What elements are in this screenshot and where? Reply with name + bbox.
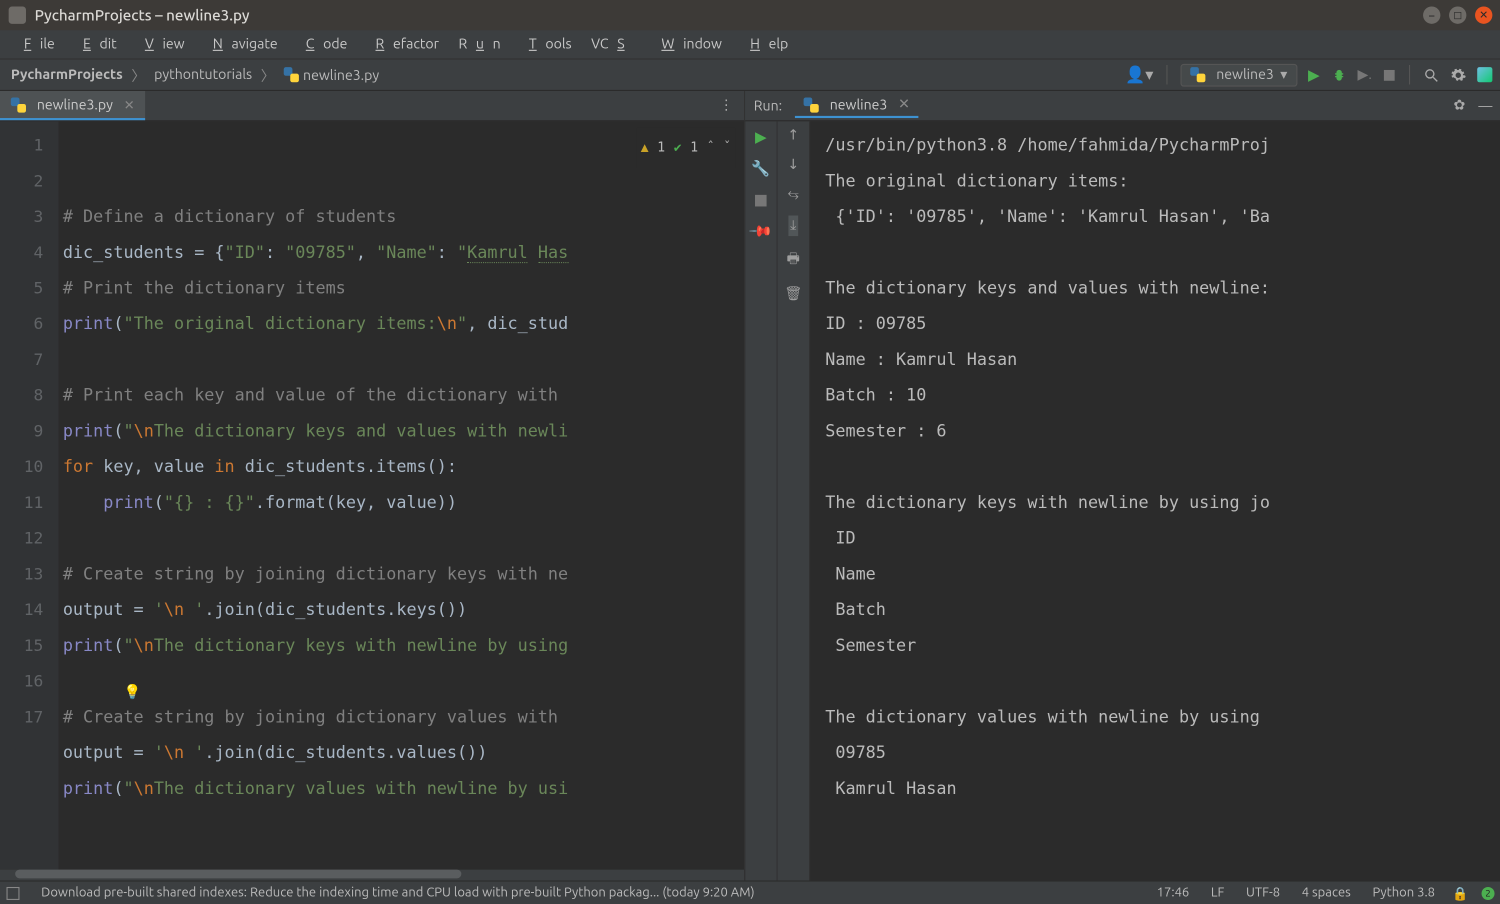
check-icon: ✔	[674, 130, 682, 166]
print-icon[interactable]: 🖶	[787, 249, 800, 273]
run-label: Run:	[754, 98, 782, 113]
code-editor[interactable]: ▲1 ✔1 ˆ ˇ # Define a dictionary of stude…	[58, 121, 744, 869]
run-coverage-button[interactable]: ▶.	[1358, 67, 1372, 83]
app-icon	[9, 6, 26, 23]
run-toolbar-right: ↑ ↓ ⥃ ⤓ 🖶 🗑	[778, 121, 810, 880]
console-output[interactable]: /usr/bin/python3.8 /home/fahmida/Pycharm…	[810, 121, 1500, 880]
rerun-icon[interactable]: ▶	[755, 128, 767, 146]
main-area: 1234 5678 9101112 13141516 17 ▲1 ✔1 ˆ ˇ …	[0, 121, 1500, 880]
gear-icon[interactable]: ✿	[1454, 97, 1466, 113]
code-with-me-icon[interactable]	[1477, 67, 1492, 82]
wrench-icon[interactable]: 🔧	[751, 159, 770, 177]
python-file-icon	[11, 97, 26, 112]
run-toolbar-left: ▶ 🔧 ■ 📌	[745, 121, 777, 880]
close-button[interactable]: ✕	[1475, 6, 1492, 23]
warning-icon: ▲	[641, 130, 649, 166]
menu-tools[interactable]: Tools	[512, 34, 581, 56]
stop-button[interactable]: ■	[1383, 67, 1396, 83]
menu-navigate[interactable]: Navigate	[195, 34, 286, 56]
status-interpreter[interactable]: Python 3.8	[1368, 886, 1439, 900]
run-tool-header: Run: newline3 ✕ ✿ —	[745, 91, 1500, 121]
window-title: PycharmProjects – newline3.py	[35, 6, 250, 23]
menu-code[interactable]: Code	[288, 34, 356, 56]
menu-bar: File Edit View Navigate Code Refactor Ru…	[0, 30, 1500, 58]
python-file-icon	[284, 67, 299, 82]
add-user-icon[interactable]: 👤▾	[1125, 65, 1153, 84]
run-button[interactable]: ▶	[1308, 66, 1320, 84]
menu-window[interactable]: Window	[644, 34, 731, 56]
status-line-separator[interactable]: LF	[1207, 886, 1229, 900]
status-indent[interactable]: 4 spaces	[1297, 886, 1355, 900]
close-icon[interactable]: ✕	[124, 97, 135, 112]
tip-icon[interactable]	[6, 886, 19, 899]
down-icon[interactable]: ↓	[787, 157, 799, 173]
editor-pane: 1234 5678 9101112 13141516 17 ▲1 ✔1 ˆ ˇ …	[0, 121, 745, 880]
menu-help[interactable]: Help	[733, 34, 797, 56]
chevron-down-icon[interactable]: ˇ	[723, 130, 731, 166]
tab-more-icon[interactable]: ⋮	[708, 91, 744, 120]
run-config-label: newline3	[1216, 67, 1274, 82]
python-file-icon	[804, 97, 819, 112]
breadcrumb: PycharmProjects 〉 pythontutorials 〉 newl…	[9, 64, 382, 85]
maximize-button[interactable]: ◻	[1449, 6, 1466, 23]
inspections-widget[interactable]: ▲1 ✔1 ˆ ˇ	[636, 128, 735, 168]
editor-tabs: newline3.py ✕ ⋮	[0, 91, 745, 121]
up-icon[interactable]: ↑	[787, 128, 799, 144]
stop-icon[interactable]: ■	[754, 191, 768, 209]
status-bar: Download pre-built shared indexes: Reduc…	[0, 880, 1500, 904]
editor-scrollbar[interactable]	[0, 870, 744, 881]
status-time: 17:46	[1152, 886, 1193, 900]
search-icon[interactable]	[1423, 67, 1439, 83]
chevron-icon: 〉	[261, 64, 275, 85]
lock-icon[interactable]: 🔒	[1452, 885, 1468, 900]
toolbar: 👤▾ newline3 ▾ ▶ ▶. ■	[1125, 63, 1492, 86]
chevron-down-icon: ▾	[1280, 67, 1287, 83]
tab-label: newline3.py	[37, 97, 113, 112]
gear-icon[interactable]	[1450, 67, 1466, 83]
run-pane: ▶ 🔧 ■ 📌 ↑ ↓ ⥃ ⤓ 🖶 🗑 /usr/bin/python3.8 /…	[745, 121, 1500, 880]
chevron-icon: 〉	[131, 64, 145, 85]
run-config-selector[interactable]: newline3 ▾	[1180, 63, 1297, 86]
minimize-button[interactable]: –	[1423, 6, 1440, 23]
tab-newline3[interactable]: newline3.py ✕	[0, 91, 145, 120]
bulb-icon[interactable]: 💡	[123, 675, 141, 711]
window-buttons: – ◻ ✕	[1423, 6, 1492, 23]
menu-file[interactable]: File	[6, 34, 63, 56]
status-encoding[interactable]: UTF-8	[1242, 886, 1285, 900]
scroll-to-end-icon[interactable]: ⤓	[788, 216, 799, 237]
titlebar: PycharmProjects – newline3.py – ◻ ✕	[0, 0, 1500, 30]
run-tab-label: newline3	[830, 97, 888, 112]
debug-button[interactable]	[1330, 67, 1346, 83]
line-gutter: 1234 5678 9101112 13141516 17	[0, 121, 58, 869]
notification-badge[interactable]: 2	[1482, 886, 1495, 899]
menu-edit[interactable]: Edit	[66, 34, 126, 56]
menu-view[interactable]: View	[128, 34, 194, 56]
pin-icon[interactable]: 📌	[748, 218, 774, 244]
menu-run[interactable]: Run	[450, 34, 510, 56]
soft-wrap-icon[interactable]: ⥃	[788, 186, 799, 202]
breadcrumb-folder[interactable]: pythontutorials	[152, 65, 254, 84]
trash-icon[interactable]: 🗑	[784, 286, 802, 302]
breadcrumb-file[interactable]: newline3.py	[281, 64, 381, 85]
menu-refactor[interactable]: Refactor	[358, 34, 447, 56]
chevron-up-icon[interactable]: ˆ	[707, 130, 715, 166]
close-icon[interactable]: ✕	[898, 96, 910, 112]
menu-vcs[interactable]: VCS	[582, 34, 641, 56]
python-file-icon	[1190, 67, 1205, 82]
run-tab[interactable]: newline3 ✕	[795, 93, 919, 118]
navigation-bar: PycharmProjects 〉 pythontutorials 〉 newl…	[0, 58, 1500, 90]
breadcrumb-root[interactable]: PycharmProjects	[9, 65, 125, 84]
hide-icon[interactable]: —	[1478, 98, 1492, 113]
status-message[interactable]: Download pre-built shared indexes: Reduc…	[37, 886, 759, 900]
